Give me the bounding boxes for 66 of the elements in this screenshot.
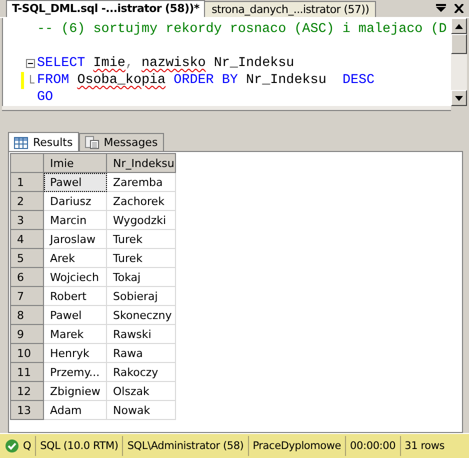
table-cell[interactable]: Nowak <box>106 400 176 420</box>
row-header[interactable]: 5 <box>10 248 44 268</box>
collapse-icon[interactable] <box>26 59 35 68</box>
column-header[interactable]: Nr_Indeksu <box>106 154 176 172</box>
table-cell[interactable]: Turek <box>106 230 176 248</box>
table-cell[interactable]: Adam <box>44 400 106 420</box>
grid-corner[interactable] <box>10 154 44 172</box>
table-cell[interactable]: Tokaj <box>106 268 176 286</box>
code-editor[interactable]: -- (6) sortujmy rekordy rosnaco (ASC) i malejaco (D SELECT Imie, nazwisko Nr_Indeksu FROM Osoba_kopia ORDER BY Nr_Indeksu DESC GO <box>2 18 467 106</box>
table-cell[interactable]: Sobieraj <box>106 286 176 306</box>
scroll-up-icon <box>455 24 463 28</box>
scroll-thumb[interactable] <box>451 34 467 54</box>
table-cell[interactable]: Rawa <box>106 344 176 362</box>
table-cell[interactable]: Robert <box>44 286 106 306</box>
table-cell[interactable]: Marek <box>44 324 106 344</box>
table-cell[interactable]: Skoneczny <box>106 306 176 324</box>
status-text: PraceDyplomowe <box>252 440 342 452</box>
table-cell[interactable]: Pawel <box>44 172 106 192</box>
row-header[interactable]: 11 <box>10 362 44 382</box>
dropdown-icon[interactable] <box>436 4 446 13</box>
close-icon[interactable] <box>454 4 464 13</box>
row-header[interactable]: 9 <box>10 324 44 344</box>
code-line: FROM Osoba_kopia ORDER BY Nr_Indeksu DESC <box>37 73 375 88</box>
code-line: -- (6) sortujmy rekordy rosnaco (ASC) i malejaco (D <box>37 22 447 37</box>
row-header[interactable]: 7 <box>10 286 44 306</box>
grid-icon <box>14 136 28 148</box>
table-cell[interactable]: Przemy... <box>44 362 106 382</box>
document-tab[interactable]: strona_danych_...istrator (57)) <box>204 1 376 17</box>
row-header[interactable]: 10 <box>10 344 44 362</box>
scroll-down-icon <box>455 96 463 100</box>
status-text: 00:00:00 <box>350 440 396 452</box>
success-check-icon <box>5 439 19 453</box>
table-cell[interactable]: Rawski <box>106 324 176 344</box>
query-state: Q <box>23 440 32 452</box>
table-cell[interactable]: Zaremba <box>106 172 176 192</box>
status-text: SQL (10.0 RTM) <box>40 440 118 452</box>
status-text: SQL\Administrator (58) <box>127 440 244 452</box>
table-cell[interactable]: Olszak <box>106 382 176 400</box>
row-header[interactable]: 13 <box>10 400 44 420</box>
table-cell[interactable]: Henryk <box>44 344 106 362</box>
code-line: GO <box>37 90 54 105</box>
table-cell[interactable]: Marcin <box>44 210 106 230</box>
document-icon <box>84 136 99 149</box>
row-header[interactable]: 1 <box>10 172 44 192</box>
table-cell[interactable]: Zbigniew <box>44 382 106 400</box>
table-cell[interactable]: Arek <box>44 248 106 268</box>
results-tab[interactable]: Messages <box>78 133 164 151</box>
status-text: 31 rows <box>404 440 444 452</box>
table-cell[interactable]: Rakoczy <box>106 362 176 382</box>
table-cell[interactable]: Wygodzki <box>106 210 176 230</box>
table-cell[interactable]: Pawel <box>44 306 106 324</box>
table-cell[interactable]: Wojciech <box>44 268 106 286</box>
column-header[interactable]: Imie <box>44 154 106 172</box>
table-cell[interactable]: Dariusz <box>44 192 106 210</box>
row-header[interactable]: 3 <box>10 210 44 230</box>
table-cell[interactable]: Zachorek <box>106 192 176 210</box>
row-header[interactable]: 4 <box>10 230 44 248</box>
code-line: SELECT Imie, nazwisko Nr_Indeksu <box>37 56 294 71</box>
table-cell[interactable]: Turek <box>106 248 176 268</box>
results-tab[interactable]: Results <box>8 132 79 151</box>
row-header[interactable]: 2 <box>10 192 44 210</box>
row-header[interactable]: 6 <box>10 268 44 286</box>
row-header[interactable]: 8 <box>10 306 44 324</box>
document-tab[interactable]: T-SQL_DML.sql -...istrator (58))* <box>6 0 206 17</box>
row-header[interactable]: 12 <box>10 382 44 400</box>
table-cell[interactable]: Jaroslaw <box>44 230 106 248</box>
